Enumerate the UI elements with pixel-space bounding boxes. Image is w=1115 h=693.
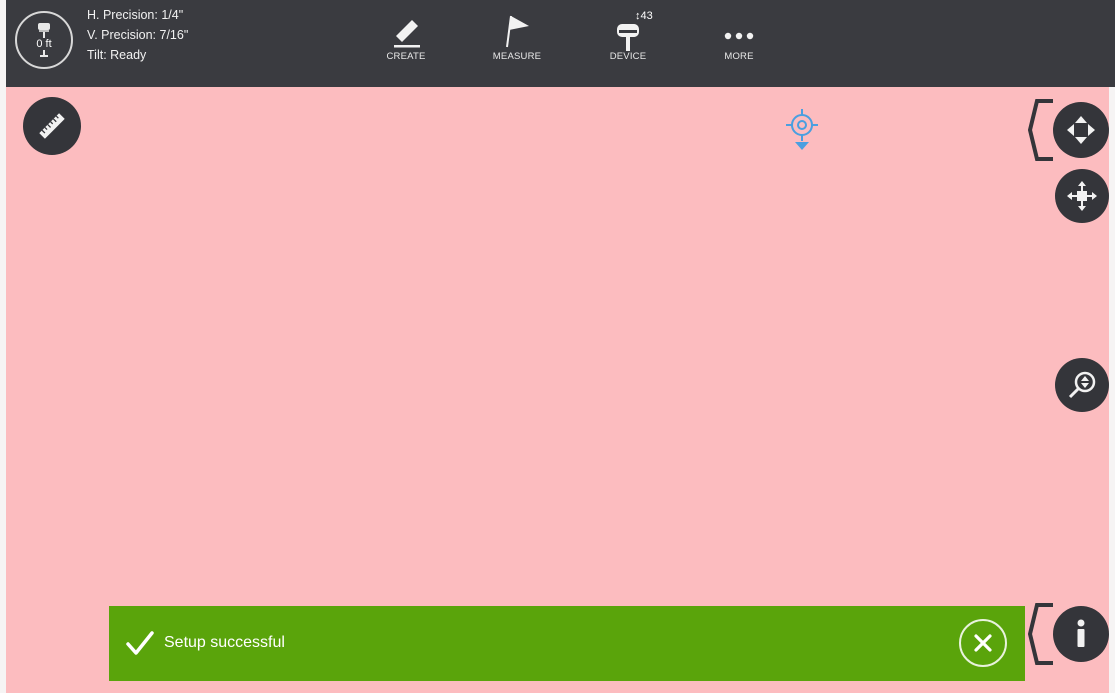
h-precision-text: H. Precision: 1/4" — [87, 8, 184, 22]
right-frame-edge — [1109, 0, 1115, 693]
antenna-height-label: 0 ft — [36, 38, 52, 50]
pan-arrows-icon — [1067, 116, 1095, 144]
ruler-icon — [39, 113, 65, 139]
flag-icon — [506, 15, 529, 48]
v-precision-text: V. Precision: 7/16" — [87, 28, 189, 42]
checkmark-icon — [126, 631, 154, 655]
measure-tool-button[interactable] — [23, 97, 81, 155]
zoom-button[interactable] — [1055, 358, 1109, 412]
precision-status: H. Precision: 1/4" V. Precision: 7/16" T… — [87, 5, 188, 65]
nav-measure[interactable]: MEASURE — [472, 12, 562, 62]
info-icon — [1077, 619, 1085, 647]
move-button[interactable] — [1055, 169, 1109, 223]
toast-message: Setup successful — [164, 634, 285, 651]
top-toolbar: 0 ft H. Precision: 1/4" V. Precision: 7/… — [6, 0, 1115, 87]
more-dots-icon — [724, 32, 754, 40]
move-icon — [1067, 181, 1097, 211]
nav-create[interactable]: CREATE — [361, 12, 451, 62]
info-button[interactable] — [1053, 606, 1109, 662]
device-height-badge[interactable]: 0 ft — [15, 11, 73, 69]
zoom-icon — [1068, 371, 1096, 399]
tilt-status-text: Tilt: Ready — [87, 48, 147, 62]
success-toast: Setup successful — [109, 606, 1025, 681]
satellite-count-value: 43 — [640, 10, 653, 22]
nav-more[interactable]: MORE — [694, 12, 784, 62]
nav-device-label: DEVICE — [609, 51, 647, 62]
left-frame-edge — [0, 0, 6, 693]
pencil-icon — [394, 20, 420, 48]
receiver-icon — [38, 23, 50, 38]
nav-device[interactable]: ↕43 DEVICE — [583, 10, 673, 62]
toast-close-button[interactable] — [959, 619, 1007, 667]
satellite-count: ↕43 — [635, 10, 653, 22]
crosshair-target-icon — [786, 109, 818, 150]
nav-create-label: CREATE — [386, 51, 426, 62]
close-icon — [974, 634, 992, 652]
nav-measure-label: MEASURE — [492, 51, 542, 62]
nav-more-label: MORE — [724, 51, 754, 62]
pan-button[interactable] — [1053, 102, 1109, 158]
pole-base-icon — [40, 50, 48, 57]
